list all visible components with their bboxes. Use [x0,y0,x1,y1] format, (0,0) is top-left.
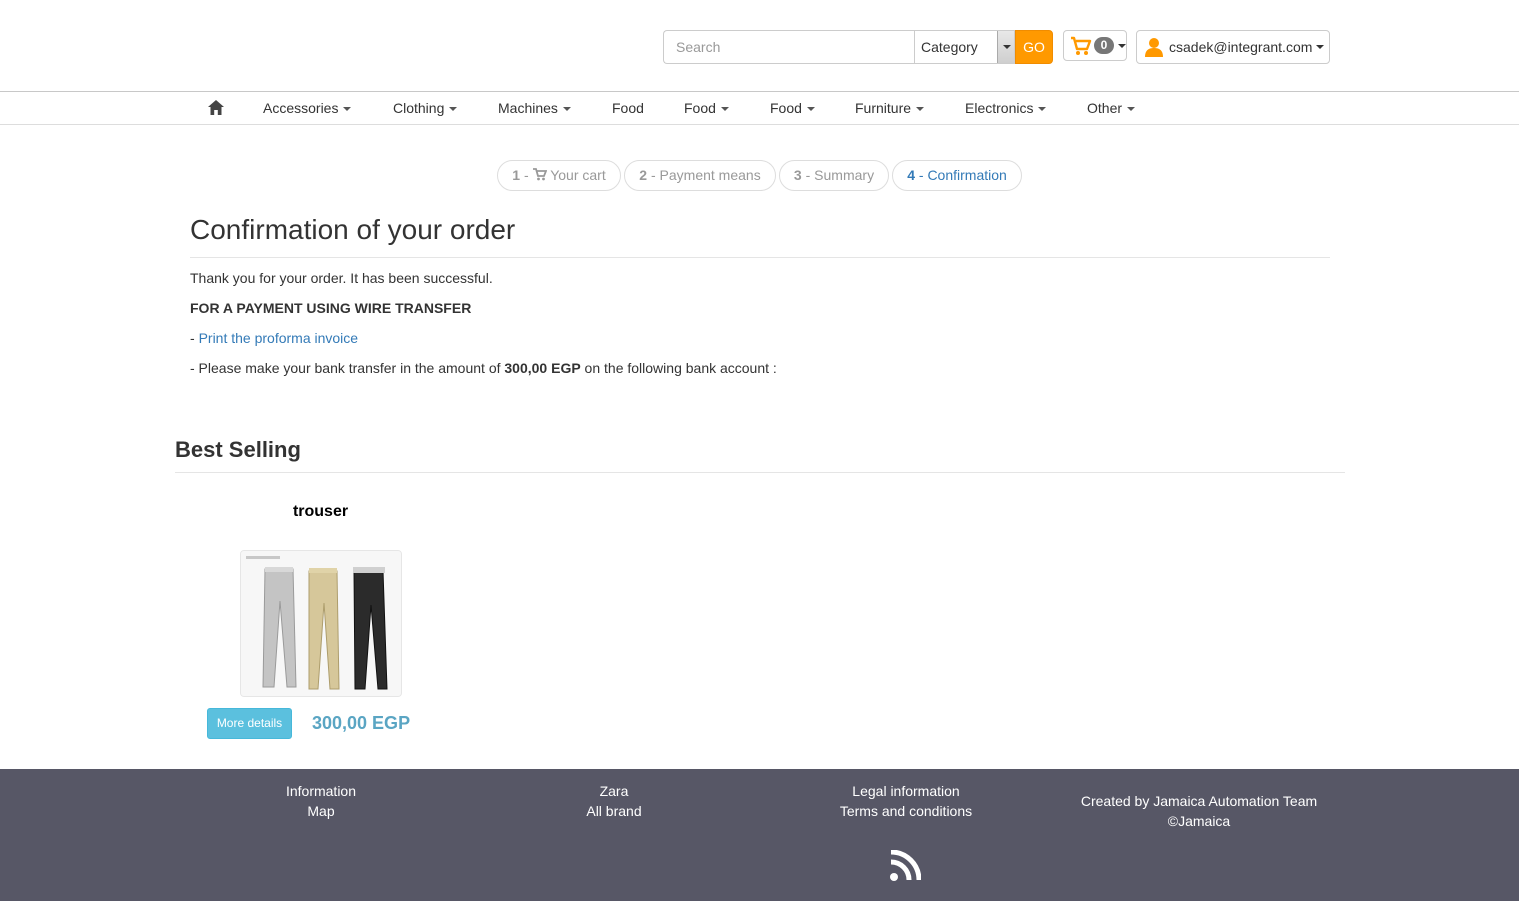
footer-link-map[interactable]: Map [271,801,371,821]
footer-link-legal-information[interactable]: Legal information [826,781,986,801]
product-image[interactable] [240,550,402,697]
caret-down-icon [1127,107,1136,112]
caret-down-icon [806,107,815,112]
shopping-cart-icon [532,168,547,181]
caret-down-icon [562,107,571,112]
divider [190,257,1330,258]
footer-column-information: Information Map [271,781,371,821]
step-number: 4 [907,167,915,183]
caret-down-icon [449,107,458,112]
footer-link-terms-and-conditions[interactable]: Terms and conditions [826,801,986,821]
nav-item-food[interactable]: Food [612,92,644,125]
main-navbar: Accessories Clothing Machines Food Food … [0,91,1519,125]
footer-column-legal: Legal information Terms and conditions [826,781,986,821]
footer-link-all-brand[interactable]: All brand [564,801,664,821]
nav-item-label: Accessories [263,100,339,116]
nav-item-label: Furniture [855,100,912,116]
product-price: 300,00 EGP [312,713,411,733]
nav-item-furniture[interactable]: Furniture [855,92,925,125]
nav-item-accessories[interactable]: Accessories [263,92,352,125]
home-link[interactable] [208,92,224,125]
print-invoice-row: - Print the proforma invoice [190,330,359,346]
caret-down-icon [720,107,729,112]
site-footer [0,769,1519,901]
step-summary[interactable]: 3 - Summary [779,160,889,191]
search-input[interactable] [663,30,914,64]
nav-item-other[interactable]: Other [1087,92,1136,125]
footer-link-zara[interactable]: Zara [564,781,664,801]
category-select-label: Category [921,39,978,55]
transfer-suffix: on the following bank account : [580,360,777,376]
go-button[interactable]: GO [1015,30,1053,64]
more-details-button[interactable]: More details [207,708,292,739]
step-label: Payment means [659,167,761,183]
footer-link-information[interactable]: Information [271,781,371,801]
product-name[interactable]: trouser [200,503,441,521]
category-select[interactable]: Category [914,30,1015,64]
footer-copyright-text: ©Jamaica [1167,813,1231,829]
nav-item-clothing[interactable]: Clothing [393,92,458,125]
page-title: Confirmation of your order [190,214,516,245]
nav-item-label: Clothing [393,100,445,116]
nav-item-label: Food [684,100,716,116]
caret-down-icon [343,107,352,112]
search-group: Category GO [663,30,1053,64]
nav-item-label: Machines [498,100,558,116]
step-number: 3 [793,167,802,183]
transfer-prefix: - Please make your bank transfer in the … [190,360,505,376]
cart-button[interactable]: 0 [1063,30,1127,61]
shopping-cart-icon [1071,36,1092,55]
trousers-image [241,551,401,696]
user-icon [1145,38,1163,57]
transfer-amount: 300,00 EGP [504,360,581,376]
nav-item-food[interactable]: Food [684,92,729,125]
step-number: 1 [512,167,521,183]
caret-down-icon [1038,107,1047,112]
user-menu-button[interactable]: csadek@integrant.com [1136,30,1330,64]
caret-down-icon [1118,43,1126,48]
caret-down-icon [1316,45,1325,49]
home-icon [208,100,224,115]
step-payment-means[interactable]: 2 - Payment means [624,160,776,191]
cart-count-badge: 0 [1094,37,1114,54]
rss-icon[interactable] [889,850,921,882]
nav-item-electronics[interactable]: Electronics [965,92,1047,125]
footer-column-credits: Created by Jamaica Automation Team ©Jama… [1069,791,1329,831]
print-proforma-invoice-link[interactable]: Print the proforma invoice [199,330,359,346]
nav-item-machines[interactable]: Machines [498,92,571,125]
step-label: Your cart [550,167,606,183]
nav-item-label: Other [1087,100,1123,116]
bank-transfer-text: - Please make your bank transfer in the … [190,360,777,376]
nav-item-label: Food [770,100,802,116]
nav-item-food[interactable]: Food [770,92,815,125]
step-label: Summary [814,167,875,183]
step-label: Confirmation [927,167,1007,183]
chevron-down-icon [997,31,1014,63]
thank-you-text: Thank you for your order. It has been su… [190,270,493,286]
wire-transfer-heading: FOR A PAYMENT USING WIRE TRANSFER [190,300,472,316]
site-header: Category GO 0 csadek@integrant.com [0,0,1519,91]
divider [175,472,1345,473]
nav-item-label: Electronics [965,100,1034,116]
step-confirmation[interactable]: 4 - Confirmation [892,160,1022,191]
step-number: 2 [639,167,648,183]
nav-item-label: Food [612,100,644,116]
footer-column-brands: Zara All brand [564,781,664,821]
caret-down-icon [916,107,925,112]
best-selling-title: Best Selling [175,437,301,462]
step-your-cart[interactable]: 1 - Your cart [497,160,621,191]
user-email: csadek@integrant.com [1169,39,1313,55]
footer-credits-text: Created by Jamaica Automation Team [1080,793,1318,809]
